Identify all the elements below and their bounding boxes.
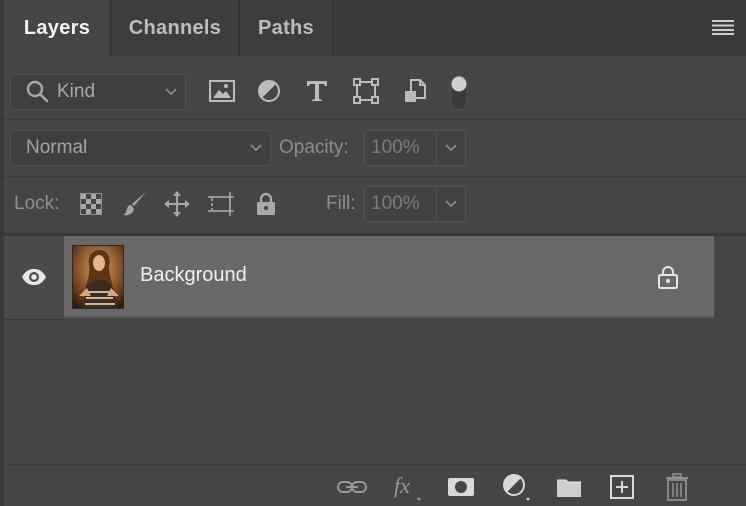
tab-paths[interactable]: Paths [240,0,332,56]
tab-label: Layers [23,16,91,39]
lock-artboard-button[interactable] [207,190,235,218]
padlock-icon [257,192,275,215]
opacity-label: Opacity: [279,137,349,158]
smart-object-filter-button[interactable] [400,76,430,106]
blend-mode-value: Normal [26,137,88,158]
add-mask-button[interactable] [445,472,477,502]
panel-tab-bar: Layers Channels Paths [0,0,746,56]
add-mask-icon [448,478,474,496]
row-divider [4,119,746,120]
layer-visibility-toggle[interactable] [4,236,64,320]
new-adjustment-layer-button[interactable] [500,472,532,502]
search-icon [26,80,49,103]
eye-icon [22,269,46,285]
smart-object-filter-icon [405,79,426,102]
tab-layers[interactable]: Layers [4,0,110,56]
opacity-value[interactable]: 100% [365,131,437,165]
image-filter-button[interactable] [207,76,237,106]
brush-icon [123,192,146,216]
tab-channels[interactable]: Channels [111,0,239,56]
panel-menu-button[interactable] [712,19,734,35]
kind-filter-label: Kind [57,81,96,102]
delete-layer-button[interactable] [661,472,693,502]
checkerboard-icon [80,193,102,215]
layer-row[interactable]: Background [64,236,714,318]
kind-filter-select[interactable]: Kind [10,74,186,110]
new-group-icon [557,479,581,497]
lock-all-button[interactable] [252,190,280,218]
fill-dropdown[interactable] [437,187,465,221]
adjustment-filter-icon [258,80,280,102]
fill-field[interactable]: 100% [364,186,466,222]
chevron-down-icon [250,144,262,152]
chevron-down-icon [165,88,177,96]
move-arrows-icon [164,191,190,217]
menu-icon [712,20,734,35]
shape-filter-button[interactable] [351,76,381,106]
tab-label: Channels [128,16,222,39]
shape-filter-icon [353,78,379,104]
new-layer-button[interactable] [606,472,638,502]
lock-label: Lock: [14,193,60,214]
blend-mode-select[interactable]: Normal [10,130,271,166]
layer-style-button[interactable]: fx [391,472,423,502]
adjustment-layer-icon [503,474,530,501]
fill-label: Fill: [326,193,356,214]
new-layer-icon [610,475,634,499]
lock-position-button[interactable] [163,190,191,218]
opacity-field[interactable]: 100% [364,130,466,166]
lock-transparent-pixels-button[interactable] [77,190,105,218]
fx-icon: fx [394,473,421,501]
artboard-icon [208,192,234,216]
svg-text:fx: fx [394,473,410,498]
filter-toggle[interactable] [449,74,469,112]
delete-layer-icon [666,473,688,501]
chevron-down-icon [445,200,457,208]
image-filter-icon [209,80,235,102]
row-divider [4,176,746,177]
filter-toggle-switch [450,75,468,111]
layer-thumbnail [72,245,124,309]
type-filter-icon [307,81,327,101]
type-filter-button[interactable] [302,76,332,106]
adjustment-filter-button[interactable] [254,76,284,106]
tab-divider [332,0,333,56]
portrait-thumbnail-image [73,246,123,308]
link-layers-button[interactable] [336,472,368,502]
tab-label: Paths [258,16,314,39]
new-group-button[interactable] [553,472,585,502]
link-layers-icon [337,481,367,493]
fill-value[interactable]: 100% [365,187,437,221]
chevron-down-icon [445,144,457,152]
opacity-dropdown[interactable] [437,131,465,165]
lock-image-pixels-button[interactable] [121,190,149,218]
layer-name[interactable]: Background [140,264,247,287]
layer-lock-icon [658,266,678,289]
